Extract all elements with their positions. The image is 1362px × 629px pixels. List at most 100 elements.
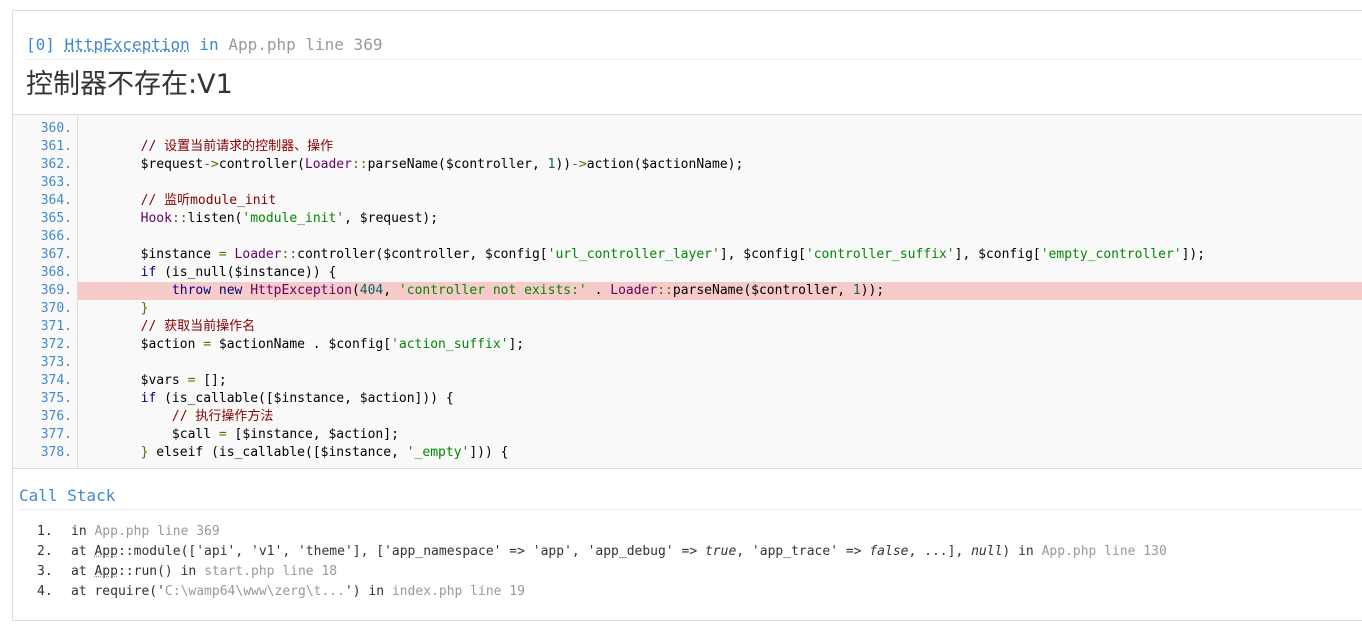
line-code: // 获取当前操作名 (78, 318, 255, 336)
code-token: } (140, 301, 149, 316)
code-token: -> (571, 157, 587, 172)
file-location: App.php line 369 (228, 35, 383, 54)
call-stack-number: 4. (37, 584, 53, 599)
code-token: throw (171, 283, 212, 298)
code-token: :: (171, 211, 188, 226)
call-stack-text: ::run() in (117, 564, 205, 579)
code-line: 376. // 执行操作方法 (13, 408, 1362, 426)
call-stack-item: 3. at App::run() in start.php line 18 (19, 562, 1362, 582)
code-token: // 获取当前操作名 (140, 319, 256, 334)
code-line: 367. $instance = Loader::controller($con… (13, 246, 1362, 264)
line-number: 361. (40, 139, 72, 154)
call-stack-text: false (869, 544, 909, 559)
line-number: 363. (40, 175, 72, 190)
code-token: '_empty' (406, 445, 470, 460)
code-token: listen( (187, 211, 243, 226)
line-number: 373. (40, 355, 72, 370)
code-line: 363. (13, 174, 1362, 192)
code-line: 372. $action = $actionName . $config['ac… (13, 336, 1362, 354)
call-stack-text: at (71, 544, 95, 559)
code-token: if (140, 391, 157, 406)
call-stack-text: C:\wamp64\www\zerg\t... (164, 584, 345, 599)
code-token: // 设置当前请求的控制器、操作 (140, 139, 334, 154)
line-number: 371. (40, 319, 72, 334)
exception-class-link[interactable]: HttpException (65, 35, 190, 54)
code-line: 365. Hook::listen('module_init', $reques… (13, 210, 1362, 228)
exception-info: [0] HttpException in App.php line 369 (26, 11, 1362, 60)
in-word: in (199, 35, 219, 54)
code-token: 'module_init' (242, 211, 345, 226)
line-number: 367. (40, 247, 72, 262)
line-code: $instance = Loader::controller($controll… (78, 246, 1205, 264)
line-code: $vars = []; (78, 372, 227, 390)
code-token: controller( (218, 157, 305, 172)
call-stack-title: Call Stack (19, 481, 1362, 510)
code-line: 377. $call = [$instance, $action]; (13, 426, 1362, 444)
code-token: Loader (610, 283, 658, 298)
code-line: 375. if (is_callable([$instance, $action… (13, 390, 1362, 408)
line-code: $request->controller(Loader::parseName($… (78, 156, 744, 174)
call-stack-text: , 'app_trace' => (736, 544, 870, 559)
code-token: ], $config[ (954, 247, 1041, 262)
code-token: controller($controller, $config[ (297, 247, 548, 262)
call-stack-text: ) in (1002, 544, 1042, 559)
call-stack-item: 1. in App.php line 369 (19, 522, 1362, 542)
code-line: 378. } elseif (is_callable([$instance, '… (13, 444, 1362, 462)
line-number: 362. (40, 157, 72, 172)
code-token: :: (657, 283, 673, 298)
source-code: 360. 361. // 设置当前请求的控制器、操作 362. $request->… (13, 115, 1362, 469)
code-line: 366. (13, 228, 1362, 246)
code-token: ]); (1181, 247, 1206, 262)
code-token: 404 (359, 283, 384, 298)
code-token: if (140, 265, 157, 280)
code-token: parseName($controller, (672, 283, 853, 298)
line-code: // 设置当前请求的控制器、操作 (78, 138, 333, 156)
code-token: new (218, 283, 243, 298)
code-token: parseName($controller, (367, 157, 548, 172)
code-token: (is_null($instance)) { (156, 265, 337, 280)
code-token: -> (203, 157, 219, 172)
exception-message: [0] HttpException in App.php line 369 控制… (13, 11, 1362, 115)
code-token: ( (351, 283, 360, 298)
line-code: $action = $actionName . $config['action_… (78, 336, 525, 354)
code-line: 362. $request->controller(Loader::parseN… (13, 156, 1362, 174)
code-token: Hook (140, 211, 172, 226)
line-code: if (is_callable([$instance, $action])) { (78, 390, 454, 408)
trace-id: [0] (26, 35, 55, 54)
code-token: HttpException (250, 283, 352, 298)
page-title: 控制器不存在:V1 (26, 69, 233, 100)
exception-panel: [0] HttpException in App.php line 369 控制… (12, 10, 1362, 621)
call-stack-text: App.php line 130 (1041, 544, 1167, 559)
code-token: . (586, 283, 611, 298)
call-stack-item: 4. at require('C:\wamp64\www\zerg\t...') … (19, 582, 1362, 602)
line-code: } (78, 300, 149, 318)
code-token: []; (195, 373, 227, 388)
line-number: 378. (40, 445, 72, 460)
line-code: throw new HttpException(404, 'controller… (78, 282, 884, 300)
line-code: // 监听module_init (78, 192, 277, 210)
code-token: 'controller_suffix' (805, 247, 955, 262)
call-stack-text: , ...], (908, 544, 972, 559)
code-line: 360. (13, 120, 1362, 138)
code-lines: 360. 361. // 设置当前请求的控制器、操作 362. $request->… (13, 120, 1362, 462)
code-token: 'action_suffix' (391, 337, 509, 352)
code-token: 1 (852, 283, 861, 298)
call-stack-text: at (71, 564, 95, 579)
call-stack: Call Stack 1. in App.php line 369 2. at App… (13, 469, 1362, 602)
line-number: 365. (40, 211, 72, 226)
class-abbr[interactable]: App (94, 544, 117, 559)
class-abbr[interactable]: App (94, 564, 117, 579)
line-number: 375. (40, 391, 72, 406)
code-token: $request (78, 157, 204, 172)
line-code: if (is_null($instance)) { (78, 264, 337, 282)
